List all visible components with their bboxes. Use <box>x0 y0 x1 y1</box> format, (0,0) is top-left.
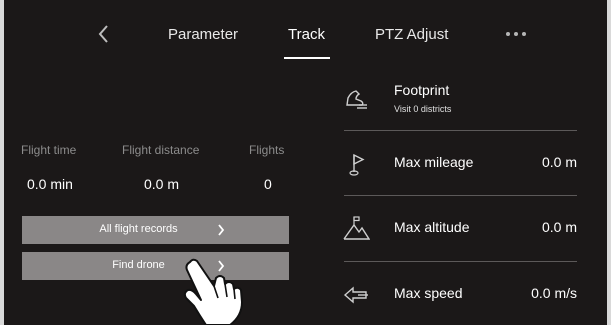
mileage-flag-icon <box>349 153 365 176</box>
track-screen: Parameter Track PTZ Adjust Flight time 0… <box>4 0 607 325</box>
all-flight-records-button[interactable]: All flight records <box>22 216 289 244</box>
flight-distance-label: Flight distance <box>122 143 200 157</box>
max-speed-label: Max speed <box>394 285 463 301</box>
footprint-subtitle: Visit 0 districts <box>394 104 452 114</box>
max-altitude-label: Max altitude <box>394 219 470 235</box>
max-mileage-label: Max mileage <box>394 154 474 170</box>
max-speed-value: 0.0 m/s <box>531 285 577 301</box>
flight-distance-value: 0.0 m <box>144 176 180 192</box>
max-altitude-value: 0.0 m <box>541 219 577 235</box>
speed-arrow-icon <box>343 286 368 304</box>
more-icon <box>506 32 510 36</box>
max-speed-row: Max speed 0.0 m/s <box>334 261 607 325</box>
tab-ptz-adjust[interactable]: PTZ Adjust <box>375 26 448 43</box>
footprint-title: Footprint <box>394 82 450 98</box>
chevron-right-icon <box>218 224 225 236</box>
tab-parameter[interactable]: Parameter <box>168 26 238 43</box>
flight-time-value: 0.0 min <box>27 176 73 192</box>
all-flight-records-label: All flight records <box>99 223 178 235</box>
altitude-mountain-icon <box>343 216 370 240</box>
flights-label: Flights <box>249 143 285 157</box>
top-navigation: Parameter Track PTZ Adjust <box>4 0 607 64</box>
active-tab-indicator <box>284 57 330 59</box>
chevron-left-icon <box>98 25 108 43</box>
footprint-row[interactable]: Footprint Visit 0 districts <box>334 64 607 130</box>
back-button[interactable] <box>92 20 116 48</box>
max-mileage-value: 0.0 m <box>541 154 577 170</box>
flight-time-label: Flight time <box>21 143 77 157</box>
max-mileage-row: Max mileage 0.0 m <box>334 130 607 196</box>
tap-hand-icon <box>183 258 243 325</box>
tab-track[interactable]: Track <box>288 26 325 43</box>
footprint-icon <box>346 90 367 109</box>
more-button[interactable] <box>504 30 530 40</box>
max-altitude-row: Max altitude 0.0 m <box>334 195 607 261</box>
flights-value: 0 <box>264 176 272 192</box>
